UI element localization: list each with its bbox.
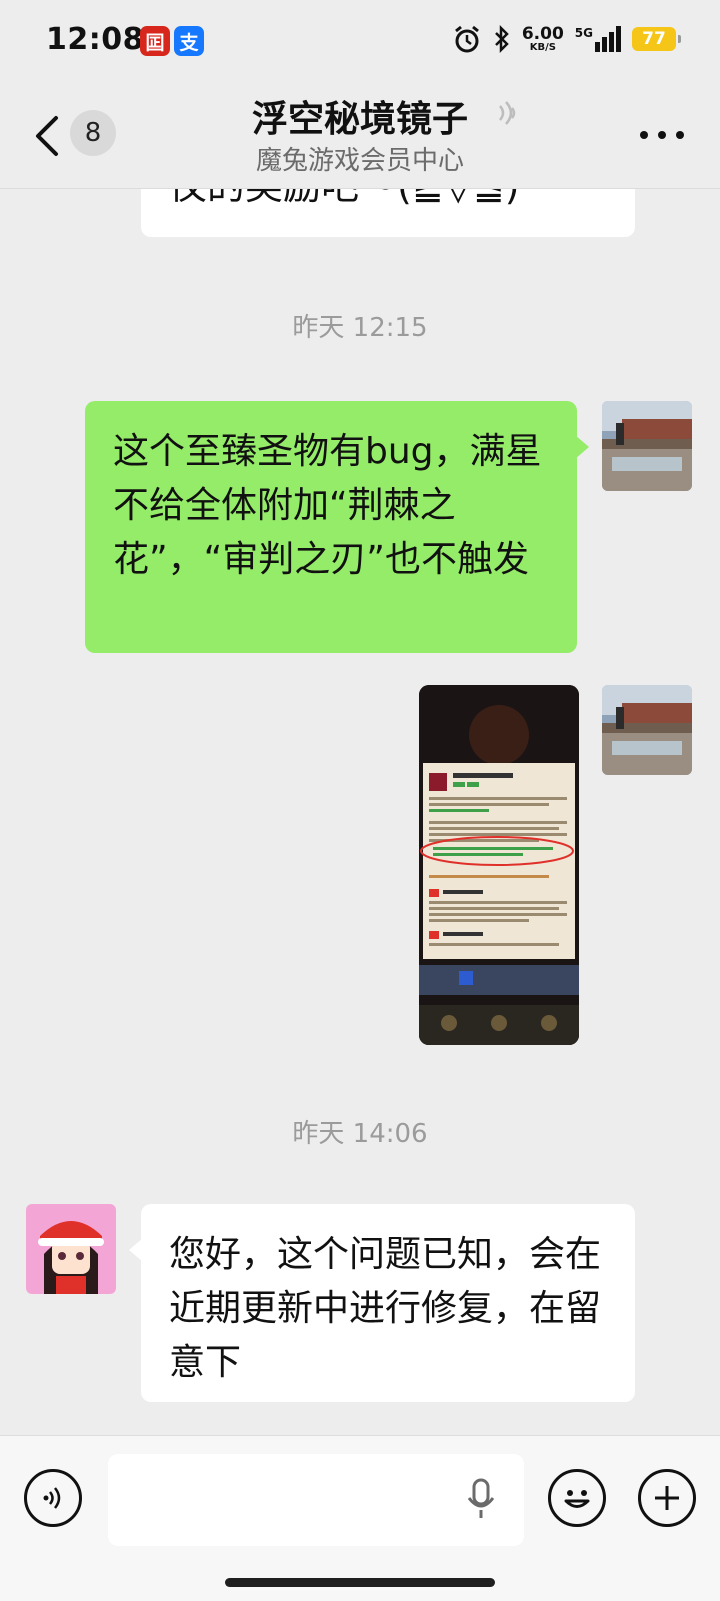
battery-level: 77 xyxy=(642,29,666,49)
message-text: 这个至臻圣物有bug，满星不给全体附加“荆棘之花”，“审判之刃”也不触发 xyxy=(113,431,542,580)
agent-avatar[interactable] xyxy=(26,1204,116,1294)
avatar-photo xyxy=(602,401,692,491)
image-message[interactable] xyxy=(419,685,579,1045)
user-avatar[interactable] xyxy=(602,401,692,491)
incoming-message-bubble[interactable]: 您好，这个问题已知，会在近期更新中进行修复，在留意下 xyxy=(129,1204,635,1402)
status-icons: 6.00 KB/S 5G 77 xyxy=(452,23,681,54)
network-speed: 6.00 KB/S xyxy=(521,23,564,53)
chat-header: 8 浮空秘境镜子 魔兔游戏会员中心 xyxy=(0,84,720,189)
voice-icon xyxy=(43,1487,61,1509)
more-options-icon[interactable] xyxy=(638,128,686,142)
bluetooth-icon xyxy=(494,24,509,54)
chat-title-row: 浮空秘境镜子 xyxy=(0,90,720,142)
message-text: 仪的奖励吧～(≧▽≦) xyxy=(169,189,520,208)
status-time: 12:08 xyxy=(46,22,144,57)
anime-girl-avatar xyxy=(26,1204,116,1294)
microphone-icon[interactable] xyxy=(466,1478,496,1520)
message-input[interactable] xyxy=(108,1454,524,1546)
home-indicator[interactable] xyxy=(225,1578,495,1587)
status-bar: 12:08 囸 支 6.00 KB/S 5G 77 xyxy=(0,0,720,84)
signal-icon: 5G xyxy=(575,26,621,52)
avatar-photo xyxy=(602,685,692,775)
smiley-icon xyxy=(564,1490,590,1508)
alarm-icon xyxy=(454,25,479,53)
game-screenshot xyxy=(419,685,579,1045)
user-avatar[interactable] xyxy=(602,685,692,775)
add-attachment-button[interactable] xyxy=(638,1469,696,1527)
bank-app-icon: 囸 xyxy=(140,26,170,56)
alipay-app-icon: 支 xyxy=(174,26,204,56)
plus-icon xyxy=(655,1486,679,1510)
message-list[interactable]: 仪的奖励吧～(≧▽≦) 昨天 12:15 这个至臻圣物有bug，满星不给全体附加… xyxy=(0,189,720,1435)
emoji-button[interactable] xyxy=(548,1469,606,1527)
chat-subtitle: 魔兔游戏会员中心 xyxy=(255,146,464,176)
timestamp: 昨天 12:15 xyxy=(292,313,428,343)
network-type: 5G xyxy=(574,26,593,40)
chat-title: 浮空秘境镜子 xyxy=(251,99,468,140)
mute-voice-icon xyxy=(499,101,516,125)
message-text: 您好，这个问题已知，会在近期更新中进行修复，在留意下 xyxy=(169,1234,602,1383)
outgoing-message-bubble[interactable]: 这个至臻圣物有bug，满星不给全体附加“荆棘之花”，“审判之刃”也不触发 xyxy=(85,401,589,653)
input-bar xyxy=(0,1435,720,1601)
voice-input-button[interactable] xyxy=(24,1469,82,1527)
timestamp: 昨天 14:06 xyxy=(292,1119,428,1149)
message-bubble-partial[interactable]: 仪的奖励吧～(≧▽≦) xyxy=(141,189,635,237)
battery-icon: 77 xyxy=(632,27,681,51)
